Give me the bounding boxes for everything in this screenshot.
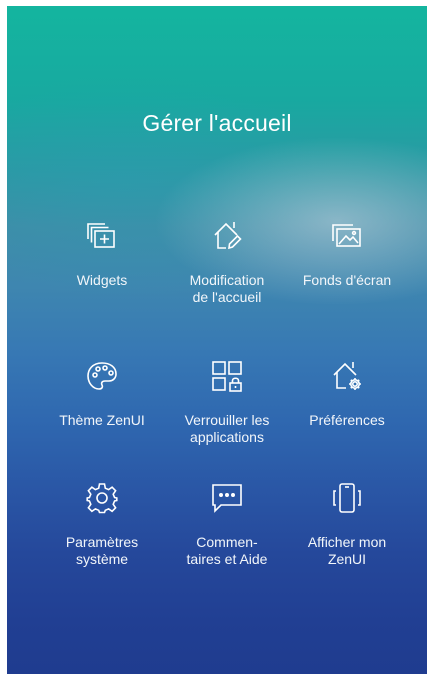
app-lock-tile[interactable]: Verrouiller les applications: [157, 358, 297, 446]
system-settings-label: Paramètres système: [65, 534, 139, 567]
widgets-icon: [84, 218, 120, 254]
app-lock-icon: [209, 358, 245, 394]
wallpaper-label: Fonds d'écran: [302, 272, 392, 288]
options-grid: Widgets Modification de l'accueil Fonds …: [7, 6, 427, 674]
phone-vibrate-icon: [329, 480, 365, 516]
edit-home-tile[interactable]: Modification de l'accueil: [157, 218, 297, 306]
wallpaper-tile[interactable]: Fonds d'écran: [277, 218, 417, 289]
zenui-theme-label: Thème ZenUI: [59, 412, 145, 428]
show-zenui-label: Afficher mon ZenUI: [307, 534, 387, 567]
feedback-help-tile[interactable]: Commen- taires et Aide: [157, 480, 297, 568]
app-lock-label: Verrouiller les applications: [184, 412, 270, 445]
widgets-label: Widgets: [76, 272, 128, 288]
palette-icon: [84, 358, 120, 394]
feedback-icon: [209, 480, 245, 516]
home-manage-screen: Gérer l'accueil Widgets Modification de …: [7, 6, 427, 674]
preferences-tile[interactable]: Préférences: [277, 358, 417, 429]
show-zenui-tile[interactable]: Afficher mon ZenUI: [277, 480, 417, 568]
edit-home-icon: [209, 218, 245, 254]
zenui-theme-tile[interactable]: Thème ZenUI: [32, 358, 172, 429]
gear-icon: [84, 480, 120, 516]
wallpaper-icon: [329, 218, 365, 254]
feedback-help-label: Commen- taires et Aide: [186, 534, 268, 567]
preferences-label: Préférences: [309, 412, 385, 428]
edit-home-label: Modification de l'accueil: [189, 272, 265, 305]
widgets-tile[interactable]: Widgets: [32, 218, 172, 289]
system-settings-tile[interactable]: Paramètres système: [32, 480, 172, 568]
home-settings-icon: [329, 358, 365, 394]
